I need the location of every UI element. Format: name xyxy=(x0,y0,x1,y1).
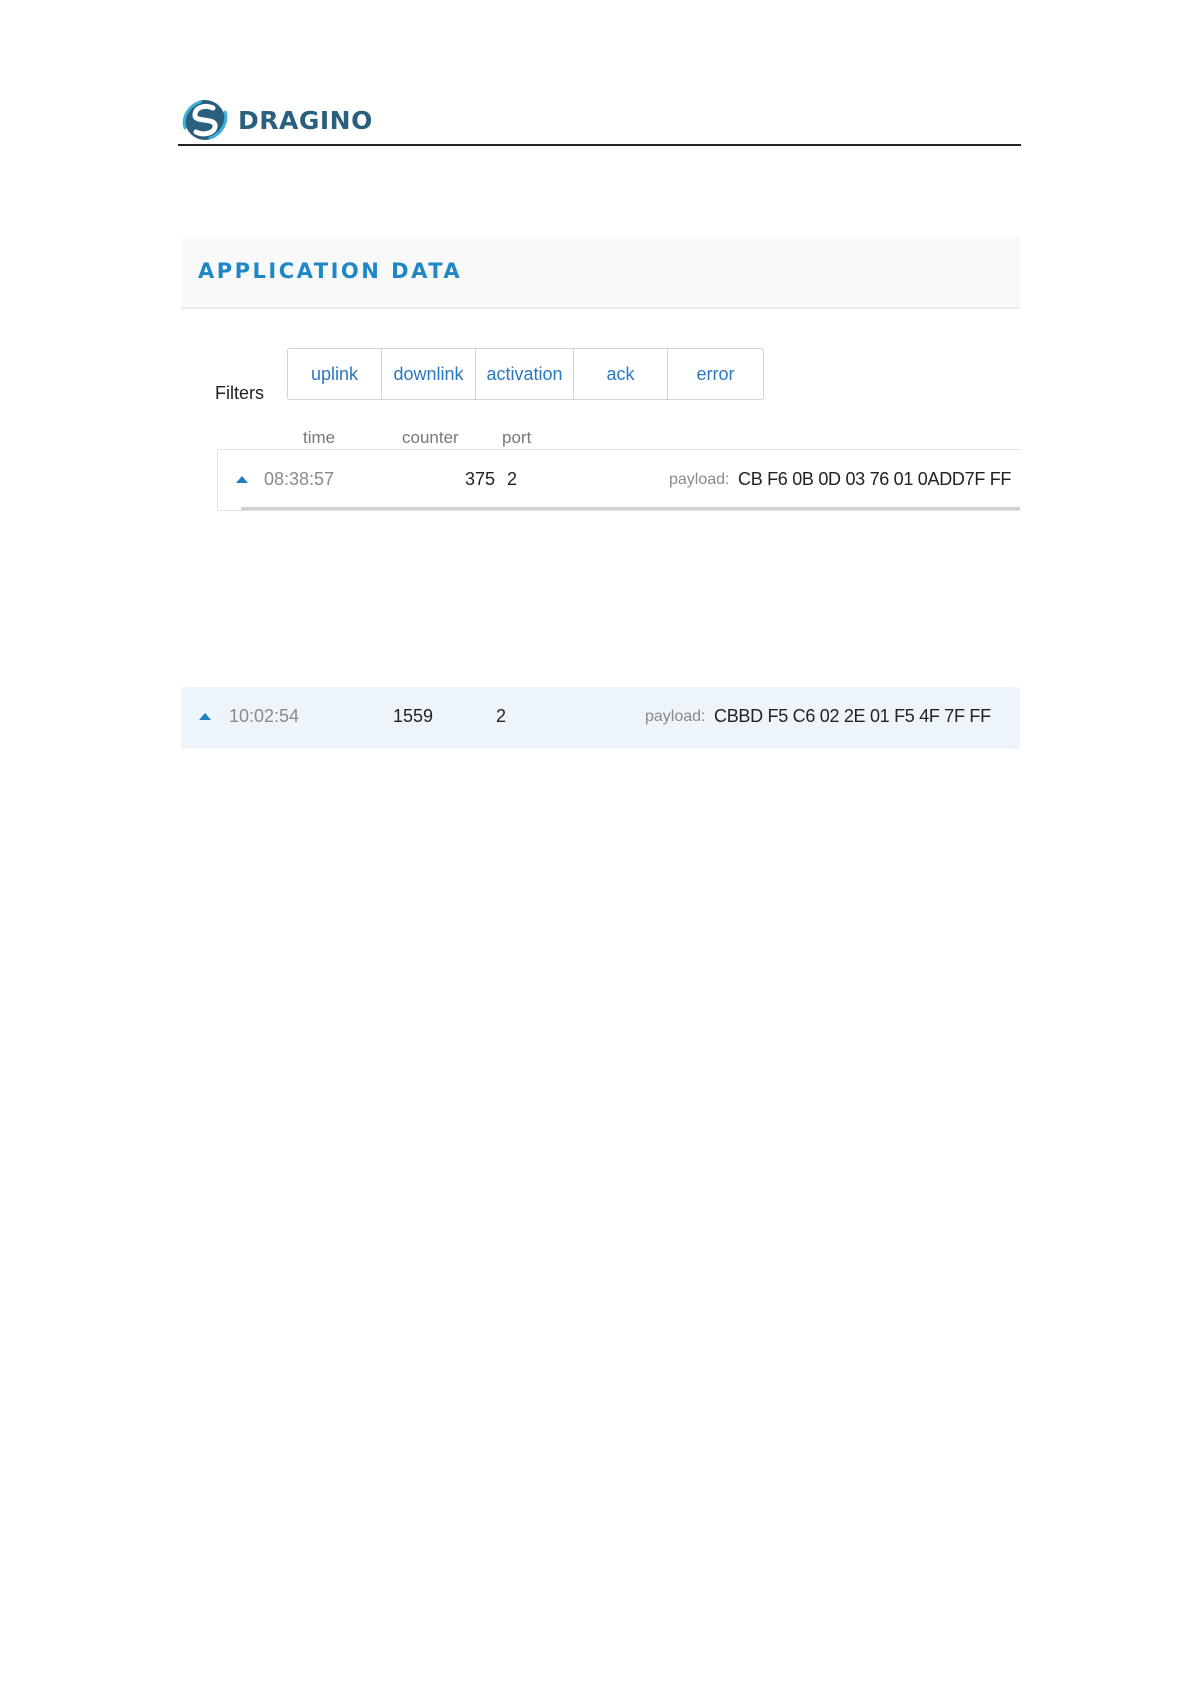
filter-error-button[interactable]: error xyxy=(668,349,763,399)
row-divider xyxy=(241,507,1020,510)
data-row-highlighted[interactable]: 10:02:54 1559 2 payload: CBBD F5 C6 02 2… xyxy=(181,687,1020,749)
filter-activation-button[interactable]: activation xyxy=(476,349,574,399)
row-counter: 375 xyxy=(464,469,495,489)
payload-label: payload: xyxy=(669,471,730,488)
expand-caret-icon[interactable] xyxy=(236,476,248,483)
payload-label: payload: xyxy=(645,708,706,725)
column-header-counter: counter xyxy=(402,428,459,447)
dragino-logo-icon xyxy=(182,100,228,140)
section-title: APPLICATION DATA xyxy=(198,259,463,283)
row-time: 10:02:54 xyxy=(229,706,300,726)
expand-caret-icon[interactable] xyxy=(199,713,211,720)
document-header: DRAGINO xyxy=(178,96,1021,146)
filters-label: Filters xyxy=(215,383,264,403)
row-time: 08:38:57 xyxy=(264,469,335,489)
filter-button-group: uplink downlink activation ack error xyxy=(287,348,764,400)
payload-value: CB F6 0B 0D 03 76 01 0ADD7F FF xyxy=(738,469,1012,489)
application-data-panel: APPLICATION DATA Filters uplink downlink… xyxy=(181,237,1020,527)
data-row[interactable]: 08:38:57 375 2 payload: CB F6 0B 0D 03 7… xyxy=(217,449,1020,511)
section-header: APPLICATION DATA xyxy=(181,237,1020,309)
row-port: 2 xyxy=(507,469,518,489)
column-header-port: port xyxy=(502,428,532,447)
filter-uplink-button[interactable]: uplink xyxy=(288,349,382,399)
row-port: 2 xyxy=(496,706,507,726)
dragino-logo: DRAGINO xyxy=(180,98,373,142)
payload-value: CBBD F5 C6 02 2E 01 F5 4F 7F FF xyxy=(714,706,991,726)
column-header-time: time xyxy=(303,428,336,447)
filter-downlink-button[interactable]: downlink xyxy=(382,349,476,399)
filter-ack-button[interactable]: ack xyxy=(574,349,668,399)
row-counter: 1559 xyxy=(393,706,434,726)
logo-wordmark: DRAGINO xyxy=(238,105,373,135)
